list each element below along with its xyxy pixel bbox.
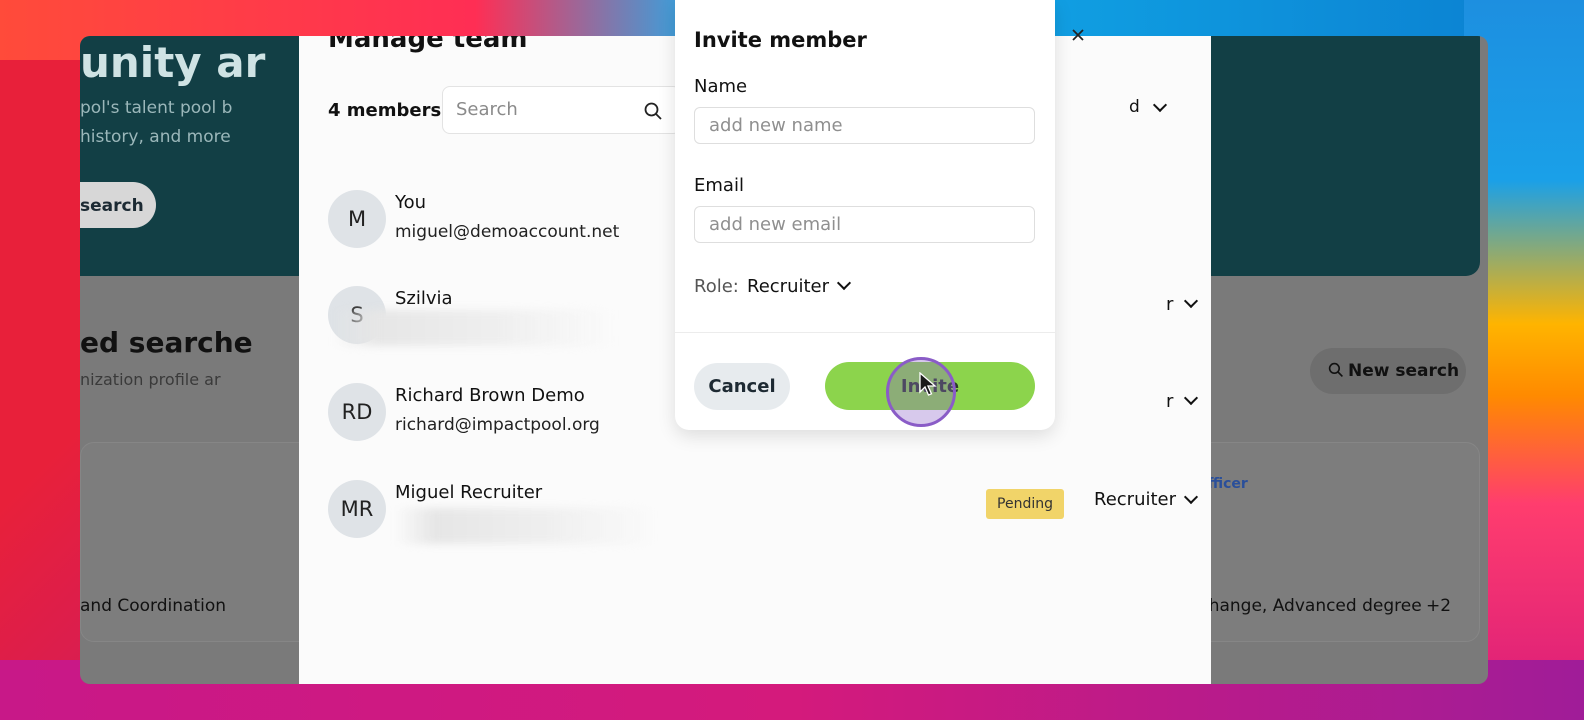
name-input[interactable] [709,115,1019,136]
header-dropdown-label[interactable]: d [1129,97,1140,117]
avatar: M [328,190,386,248]
email-field[interactable] [694,206,1035,243]
chevron-down-icon[interactable] [1183,293,1199,309]
member-name: Miguel Recruiter [395,482,543,503]
member-role-dropdown[interactable]: Recruiter [1094,489,1176,510]
hero-search-button[interactable]: search [80,182,156,228]
member-search-field[interactable] [442,86,681,134]
hero-title: unity ar [80,38,266,87]
cursor-icon [919,372,937,396]
new-search-button[interactable]: New search [1310,348,1466,394]
member-role-dropdown[interactable]: r [1166,294,1173,315]
member-role-dropdown[interactable]: r [1166,391,1173,412]
card-more-tags[interactable]: +2 [1426,596,1451,616]
avatar: MR [328,480,386,538]
chevron-down-icon[interactable] [836,275,852,291]
saved-searches-title: ed searche [80,326,253,359]
status-badge: Pending [986,489,1064,519]
redacted-email [395,508,655,544]
name-field[interactable] [694,107,1035,144]
search-icon [1328,362,1343,377]
role-select[interactable]: Recruiter [747,276,829,297]
email-label: Email [694,175,744,196]
chevron-down-icon[interactable] [1183,489,1199,505]
member-name: Richard Brown Demo [395,385,585,406]
hero-subtitle-line-2: history, and more [80,127,231,147]
close-icon[interactable] [1071,28,1085,42]
new-search-label: New search [1348,361,1460,381]
cancel-button[interactable]: Cancel [694,363,790,410]
divider [675,332,1055,333]
invite-member-panel: Invite member Name Email Role: Recruiter… [675,0,1084,430]
member-name: You [395,192,427,213]
chevron-down-icon[interactable] [1152,97,1168,113]
chevron-down-icon[interactable] [1183,390,1199,406]
email-input[interactable] [709,214,1019,235]
role-label: Role: [694,276,739,297]
hero-subtitle-line-1: pol's talent pool b [80,98,233,118]
member-name: Szilvia [395,288,453,309]
card-left-text: and Coordination [80,596,227,616]
redacted-email [334,310,614,346]
modal-title: Manage team [328,36,528,54]
invite-title: Invite member [694,28,867,52]
member-email: miguel@demoaccount.net [395,222,620,242]
member-search-input[interactable] [456,99,636,120]
name-label: Name [694,76,748,97]
search-icon [644,102,662,120]
avatar: RD [328,383,386,441]
saved-searches-subtitle: nization profile ar [80,370,221,389]
member-email: richard@impactpool.org [395,415,600,435]
members-count: 4 members [328,100,442,121]
member-row: MR Miguel Recruiter Pending Recruiter [328,480,1199,550]
